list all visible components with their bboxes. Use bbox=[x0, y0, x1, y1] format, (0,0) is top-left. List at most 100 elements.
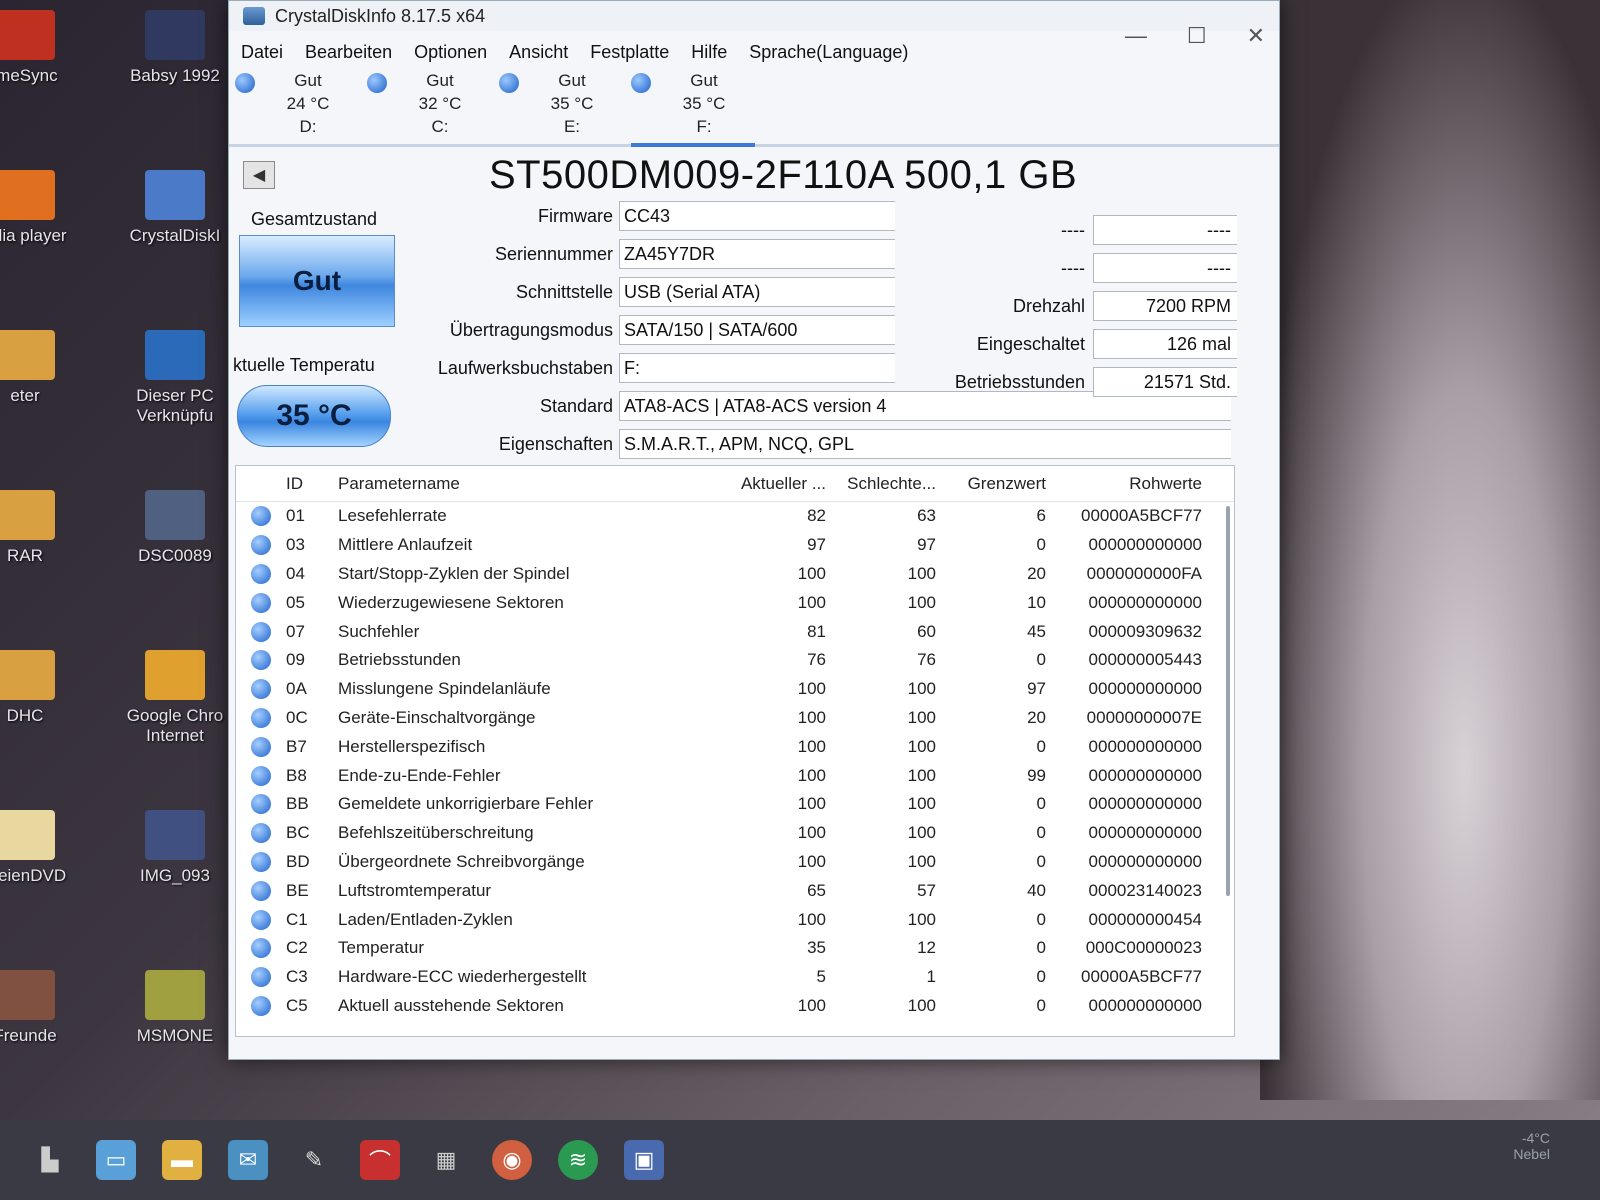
cell-raw: 00000000007E bbox=[1086, 707, 1202, 727]
table-row[interactable]: 0C Geräte-Einschaltvorgänge 100 100 20 000000… bbox=[236, 704, 1234, 733]
start-icon[interactable]: ▙ bbox=[30, 1140, 70, 1180]
table-row[interactable]: 0A Misslungene Spindelanläufe 100 100 97 0000… bbox=[236, 675, 1234, 704]
desktop-icon[interactable]: Dieser PC Verknüpfu bbox=[120, 330, 230, 426]
desktop-icon[interactable]: RAR bbox=[0, 490, 80, 566]
drive-tab[interactable]: Gut 24 °C D: bbox=[235, 67, 359, 144]
table-row[interactable]: 07 Suchfehler 81 60 45 000009309632 bbox=[236, 617, 1234, 646]
table-row[interactable]: B8 Ende-zu-Ende-Fehler 100 100 99 00000000000… bbox=[236, 761, 1234, 790]
info-field-value[interactable]: CC43 bbox=[619, 201, 895, 231]
menu-item-optionen[interactable]: Optionen bbox=[414, 42, 487, 63]
menu-item-ansicht[interactable]: Ansicht bbox=[509, 42, 568, 63]
desktop-icon[interactable]: CrystalDiskI bbox=[120, 170, 230, 246]
mail-icon[interactable]: ✉ bbox=[228, 1140, 268, 1180]
status-dot-icon bbox=[499, 73, 519, 93]
desktop-icon[interactable]: MSMONE bbox=[120, 970, 230, 1046]
minimize-button[interactable]: — bbox=[1125, 23, 1147, 49]
drive-tab[interactable]: Gut 35 °C E: bbox=[499, 67, 623, 144]
health-status-button[interactable]: Gut bbox=[239, 235, 395, 327]
desktop-icon[interactable]: ateienDVD bbox=[0, 810, 80, 886]
desktop-icon-label: Google Chro Internet bbox=[126, 706, 224, 745]
monitor-icon[interactable]: ▭ bbox=[96, 1140, 136, 1180]
col-header-current[interactable]: Aktueller ... bbox=[734, 474, 834, 494]
desktop-icon[interactable]: IMG_093 bbox=[120, 810, 230, 886]
drive-tab[interactable]: Gut 32 °C C: bbox=[367, 67, 491, 144]
drive-letter: F: bbox=[696, 117, 712, 136]
table-row[interactable]: BB Gemeldete unkorrigierbare Fehler 100 100… bbox=[236, 790, 1234, 819]
app-box-icon[interactable]: ▦ bbox=[426, 1140, 466, 1180]
info-field-value[interactable]: USB (Serial ATA) bbox=[619, 277, 895, 307]
cell-current: 97 bbox=[807, 535, 826, 555]
col-header-name[interactable]: Parametername bbox=[334, 474, 734, 494]
menu-item-festplatte[interactable]: Festplatte bbox=[590, 42, 669, 63]
table-row[interactable]: 09 Betriebsstunden 76 76 0 000000005443 bbox=[236, 646, 1234, 675]
info-field-value[interactable]: 126 mal bbox=[1093, 329, 1237, 359]
menu-item-hilfe[interactable]: Hilfe bbox=[691, 42, 727, 63]
close-button[interactable]: ✕ bbox=[1247, 23, 1265, 49]
menu-item-bearbeiten[interactable]: Bearbeiten bbox=[305, 42, 392, 63]
table-row[interactable]: 05 Wiederzugewiesene Sektoren 100 100 10 0000… bbox=[236, 588, 1234, 617]
spotify-icon[interactable]: ≋ bbox=[558, 1140, 598, 1180]
maximize-button[interactable]: ☐ bbox=[1187, 23, 1207, 49]
info-field: Laufwerksbuchstaben F: bbox=[409, 353, 895, 383]
info-field: Übertragungsmodus SATA/150 | SATA/600 bbox=[409, 315, 895, 345]
folder-icon[interactable]: ▬ bbox=[162, 1140, 202, 1180]
info-field-value[interactable]: F: bbox=[619, 353, 895, 383]
table-row[interactable]: C1 Laden/Entladen-Zyklen 100 100 0 0000000004… bbox=[236, 905, 1234, 934]
info-field-label: Schnittstelle bbox=[515, 281, 613, 302]
menu-item-datei[interactable]: Datei bbox=[241, 42, 283, 63]
pen-icon[interactable]: ✎ bbox=[294, 1140, 334, 1180]
table-row[interactable]: 01 Lesefehlerrate 82 63 6 00000A5BCF77 bbox=[236, 502, 1234, 531]
table-scrollbar[interactable] bbox=[1226, 506, 1230, 896]
table-row[interactable]: C2 Temperatur 35 12 0 000C00000023 bbox=[236, 934, 1234, 963]
table-row[interactable]: BE Luftstromtemperatur 65 57 40 000023140023 bbox=[236, 876, 1234, 905]
info-field-label: Eingeschaltet bbox=[976, 333, 1085, 354]
table-row[interactable]: BD Übergeordnete Schreibvorgänge 100 100 0 00… bbox=[236, 848, 1234, 877]
col-header-id[interactable]: ID bbox=[286, 474, 334, 494]
cell-name: Suchfehler bbox=[338, 621, 420, 641]
title-bar[interactable]: CrystalDiskInfo 8.17.5 x64 — ☐ ✕ bbox=[229, 1, 1279, 48]
info-field-value[interactable]: ---- bbox=[1093, 215, 1237, 245]
firefox-icon[interactable]: ◉ bbox=[492, 1140, 532, 1180]
cell-name: Hardware-ECC wiederhergestellt bbox=[338, 967, 587, 987]
desktop-icon[interactable]: DHC bbox=[0, 650, 80, 726]
drive-tab[interactable]: Gut 35 °C F: bbox=[631, 67, 755, 147]
menu-item-sprachelanguage[interactable]: Sprache(Language) bbox=[749, 42, 908, 63]
desktop-icon[interactable]: Freunde bbox=[0, 970, 80, 1046]
col-header-raw[interactable]: Rohwerte bbox=[1054, 474, 1224, 494]
desktop-icon[interactable]: edia player bbox=[0, 170, 80, 246]
table-row[interactable]: 04 Start/Stopp-Zyklen der Spindel 100 100 20… bbox=[236, 560, 1234, 589]
table-row[interactable]: C5 Aktuell ausstehende Sektoren 100 100 0 000… bbox=[236, 992, 1234, 1021]
smart-attributes-table[interactable]: ID Parametername Aktueller ... Schlechte… bbox=[235, 465, 1235, 1037]
info-field-value[interactable]: SATA/150 | SATA/600 bbox=[619, 315, 895, 345]
cell-name: Misslungene Spindelanläufe bbox=[338, 679, 551, 699]
temperature-button[interactable]: 35 °C bbox=[237, 385, 391, 447]
info-field-value[interactable]: 7200 RPM bbox=[1093, 291, 1237, 321]
weather-condition: Nebel bbox=[1513, 1146, 1550, 1162]
cell-raw: 000000000000 bbox=[1088, 736, 1202, 756]
table-row[interactable]: 03 Mittlere Anlaufzeit 97 97 0 000000000000 bbox=[236, 531, 1234, 560]
desktop-icon[interactable]: eter bbox=[0, 330, 80, 406]
weather-widget[interactable]: -4°C Nebel bbox=[1513, 1130, 1550, 1162]
info-field-value[interactable]: ---- bbox=[1093, 253, 1237, 283]
desktop-icon[interactable]: Babsy 1992 bbox=[120, 10, 230, 86]
table-row[interactable]: B7 Herstellerspezifisch 100 100 0 00000000000… bbox=[236, 732, 1234, 761]
desktop-icon[interactable]: imeSync bbox=[0, 10, 80, 86]
desktop-icon-image bbox=[145, 810, 205, 860]
table-row[interactable]: BC Befehlszeitüberschreitung 100 100 0 000000… bbox=[236, 819, 1234, 848]
info-field-value[interactable]: ZA45Y7DR bbox=[619, 239, 895, 269]
table-row[interactable]: C3 Hardware-ECC wiederhergestellt 5 1 0 00000… bbox=[236, 963, 1234, 992]
col-header-threshold[interactable]: Grenzwert bbox=[944, 474, 1054, 494]
desktop-icon[interactable]: Google Chro Internet bbox=[120, 650, 230, 746]
info-field-value[interactable]: S.M.A.R.T., APM, NCQ, GPL bbox=[619, 429, 1231, 459]
cell-threshold: 0 bbox=[1036, 909, 1046, 929]
info-field-value[interactable]: 21571 Std. bbox=[1093, 367, 1237, 397]
cell-name: Übergeordnete Schreibvorgänge bbox=[338, 851, 585, 871]
col-header-worst[interactable]: Schlechte... bbox=[834, 474, 944, 494]
previous-disk-button[interactable]: ◀ bbox=[243, 161, 275, 189]
cell-id: 0C bbox=[286, 707, 308, 727]
desktop-icon[interactable]: DSC0089 bbox=[120, 490, 230, 566]
crystaldiskinfo-taskbar-icon[interactable]: ▣ bbox=[624, 1140, 664, 1180]
pdf-reader-icon[interactable]: ⌒ bbox=[360, 1140, 400, 1180]
info-field-label: Firmware bbox=[538, 205, 613, 226]
drive-temp: 32 °C bbox=[418, 94, 462, 113]
